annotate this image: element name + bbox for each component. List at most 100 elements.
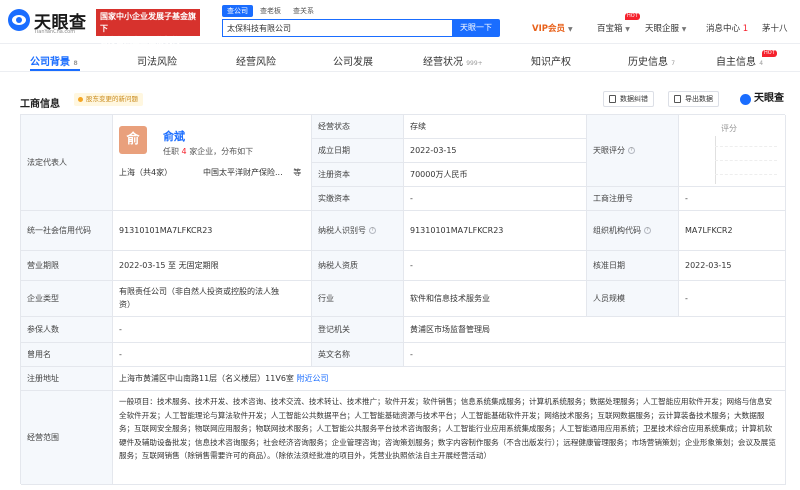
taxpayer-id-value-text: 91310101MA7LFKCR23 bbox=[410, 226, 504, 235]
org-code-value: MA7LFKCR2 bbox=[679, 211, 786, 251]
credit-code-label: 统一社会信用代码 bbox=[21, 211, 113, 251]
search-tab-company[interactable]: 查公司 bbox=[222, 5, 253, 17]
staff-value-text: - bbox=[685, 294, 688, 303]
legal-rep-company[interactable]: 中国太平洋财产保险... 等 bbox=[203, 167, 301, 178]
tab-self-info[interactable]: 自主信息 4 bbox=[716, 53, 763, 68]
paid-capital-label-text: 实缴资本 bbox=[318, 194, 350, 203]
credit-code-value-text: 91310101MA7LFKCR23 bbox=[119, 226, 213, 235]
former-name-value-text: - bbox=[119, 350, 122, 359]
logo-subtext: TianYanCha.com bbox=[34, 29, 76, 35]
search-input[interactable] bbox=[222, 19, 452, 37]
top-header: 天眼查 TianYanCha.com 国家中小企业发展子基金旗下 官方备案企业征… bbox=[0, 0, 800, 45]
user-menu[interactable]: 茅十八 bbox=[762, 22, 788, 34]
report-error-label: 数据纠错 bbox=[620, 95, 648, 103]
legal-rep-name[interactable]: 俞斌 bbox=[163, 128, 185, 144]
tab-operating-risk[interactable]: 经营风险 bbox=[236, 53, 276, 68]
insured-label: 参保人数 bbox=[21, 317, 113, 343]
message-center-label: 消息中心 bbox=[706, 24, 741, 34]
reg-capital-label: 注册资本 bbox=[312, 163, 404, 187]
chevron-down-icon: ▼ bbox=[625, 26, 630, 33]
official-banner[interactable]: 国家中小企业发展子基金旗下 官方备案企业征信机构 bbox=[96, 9, 200, 45]
tab-company-development[interactable]: 公司发展 bbox=[333, 53, 373, 68]
term-value-text: 2022-03-15 至 无固定期限 bbox=[119, 261, 219, 270]
english-name-label: 英文名称 bbox=[312, 343, 404, 367]
taxpayer-qual-value-text: - bbox=[410, 261, 413, 270]
industry-value: 软件和信息技术服务业 bbox=[404, 281, 587, 317]
tab-label: 公司发展 bbox=[333, 57, 373, 68]
shareholder-change-tip[interactable]: 股东变更的新问题 bbox=[74, 93, 143, 106]
address-value: 上海市黄浦区中山南路11层（名义楼层）11V6室 附近公司 bbox=[113, 367, 786, 391]
site-logo[interactable]: 天眼查 TianYanCha.com bbox=[8, 7, 92, 37]
approval-value: 2022-03-15 bbox=[679, 251, 786, 281]
address-label-text: 注册地址 bbox=[27, 374, 59, 383]
edit-icon bbox=[609, 95, 616, 103]
scope-label: 经营范围 bbox=[21, 391, 113, 485]
tab-intellectual-property[interactable]: 知识产权 bbox=[531, 53, 571, 68]
org-code-label-text: 组织机构代码 bbox=[593, 226, 641, 235]
founded-value: 2022-03-15 bbox=[404, 139, 587, 163]
scope-label-text: 经营范围 bbox=[27, 433, 59, 442]
rating-chart-gridline bbox=[715, 174, 777, 175]
tab-operating-status[interactable]: 经营状况 999+ bbox=[423, 53, 483, 68]
authority-label: 登记机关 bbox=[312, 317, 404, 343]
tab-label: 经营状况 bbox=[423, 57, 463, 68]
taxpayer-id-label: 纳税人识别号? bbox=[312, 211, 404, 251]
export-data-button[interactable]: 导出数据 bbox=[668, 91, 719, 107]
hot-badge: HOT bbox=[762, 50, 777, 57]
approval-label-text: 核准日期 bbox=[593, 261, 625, 270]
taxpayer-id-label-text: 纳税人识别号 bbox=[318, 226, 366, 235]
vip-label: VIP会员 bbox=[532, 24, 565, 34]
toolbox-label: 百宝箱 bbox=[597, 24, 623, 34]
biz-reg-no-label-text: 工商注册号 bbox=[593, 194, 633, 203]
chevron-down-icon: ▼ bbox=[681, 26, 687, 33]
tab-label: 经营风险 bbox=[236, 57, 276, 68]
user-name: 茅十八 bbox=[762, 24, 788, 34]
staff-label: 人员规模 bbox=[587, 281, 679, 317]
chevron-down-icon: ▼ bbox=[567, 26, 573, 33]
enterprise-service-link[interactable]: 天眼企服 ▼ bbox=[645, 22, 686, 34]
taxpayer-qual-label: 纳税人资质 bbox=[312, 251, 404, 281]
report-error-button[interactable]: 数据纠错 bbox=[603, 91, 654, 107]
former-name-label-text: 曾用名 bbox=[27, 350, 51, 359]
legal-rep-location[interactable]: 上海（共4家） bbox=[119, 167, 172, 178]
type-label-text: 企业类型 bbox=[27, 294, 59, 303]
type-value-line2: 资） bbox=[119, 300, 135, 309]
status-value-text: 存续 bbox=[410, 122, 426, 131]
banner-line-2: 官方备案企业征信机构 bbox=[100, 36, 180, 45]
tab-count: 4 bbox=[759, 60, 764, 67]
english-name-label-text: 英文名称 bbox=[318, 350, 350, 359]
question-icon[interactable]: ? bbox=[644, 227, 651, 234]
insured-label-text: 参保人数 bbox=[27, 325, 59, 334]
vip-link[interactable]: VIP会员 ▼ bbox=[532, 22, 573, 34]
founded-value-text: 2022-03-15 bbox=[410, 146, 457, 155]
former-name-label: 曾用名 bbox=[21, 343, 113, 367]
search-tab-boss[interactable]: 查老板 bbox=[255, 5, 286, 17]
address-label: 注册地址 bbox=[21, 367, 113, 391]
avatar[interactable]: 俞 bbox=[119, 126, 147, 154]
approval-label: 核准日期 bbox=[587, 251, 679, 281]
insured-value-text: - bbox=[119, 325, 122, 334]
address-text: 上海市黄浦区中山南路11层（名义楼层）11V6室 bbox=[119, 374, 294, 383]
rating-chart-title: 评分 bbox=[721, 124, 737, 133]
tab-label: 知识产权 bbox=[531, 57, 571, 68]
industry-value-text: 软件和信息技术服务业 bbox=[410, 294, 490, 303]
message-center-link[interactable]: 消息中心 1 bbox=[706, 22, 748, 34]
credit-code-value: 91310101MA7LFKCR23 bbox=[113, 211, 312, 251]
tab-count: 8 bbox=[73, 60, 78, 67]
tab-judicial-risk[interactable]: 司法风险 bbox=[137, 53, 177, 68]
legal-rep-label: 法定代表人 bbox=[21, 115, 113, 211]
nearby-companies-link[interactable]: 附近公司 bbox=[296, 373, 328, 384]
paid-capital-value-text: - bbox=[410, 194, 413, 203]
toolbox-link[interactable]: 百宝箱 ▼ bbox=[597, 22, 630, 34]
taxpayer-qual-label-text: 纳税人资质 bbox=[318, 261, 358, 270]
tab-company-background[interactable]: 公司背景 8 bbox=[30, 53, 78, 68]
paid-capital-label: 实缴资本 bbox=[312, 187, 404, 211]
hot-badge: HOT bbox=[625, 13, 640, 20]
org-code-value-text: MA7LFKCR2 bbox=[685, 226, 733, 235]
question-icon[interactable]: ? bbox=[369, 227, 376, 234]
question-icon[interactable]: ? bbox=[628, 147, 635, 154]
search-tab-relation[interactable]: 查关系 bbox=[288, 5, 319, 17]
tab-history[interactable]: 历史信息 7 bbox=[628, 53, 675, 68]
search-button[interactable]: 天眼一下 bbox=[452, 19, 500, 37]
enterprise-service-label: 天眼企服 bbox=[645, 24, 680, 34]
